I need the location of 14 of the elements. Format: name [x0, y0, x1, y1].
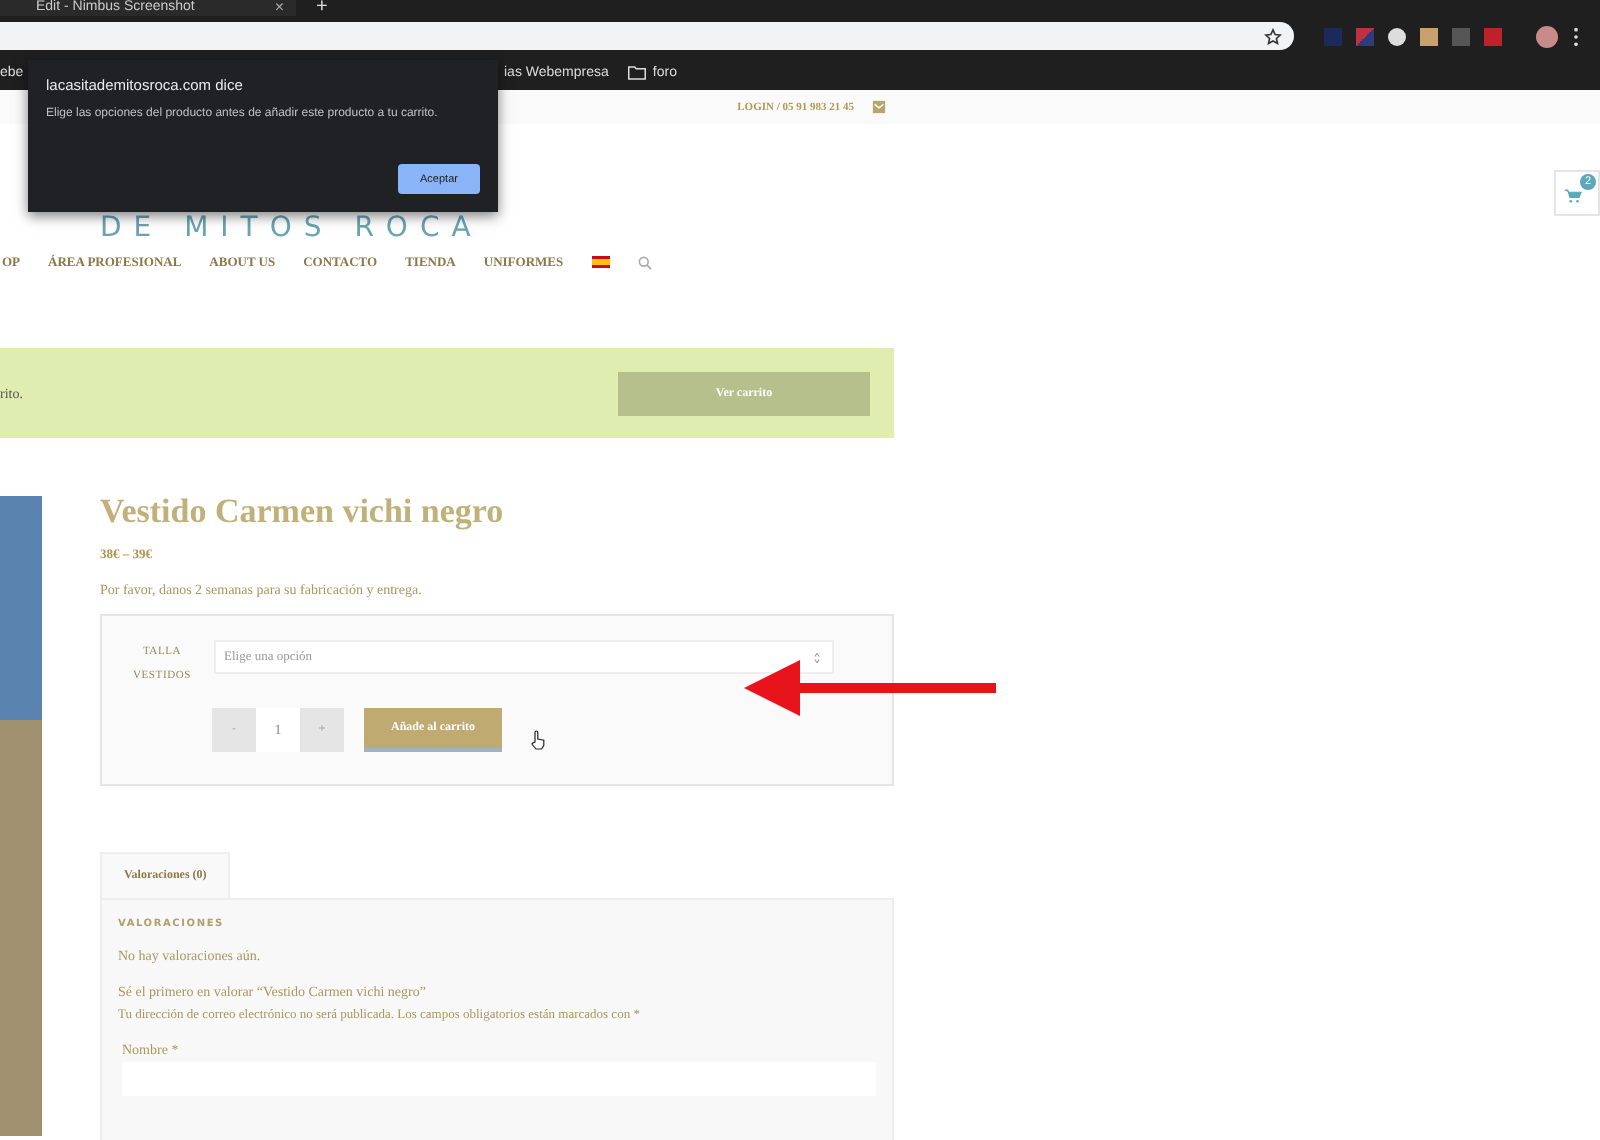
envelope-icon[interactable] — [872, 100, 886, 114]
cart-icon — [1564, 188, 1582, 204]
product-title: Vestido Carmen vichi negro — [100, 492, 506, 532]
folder-icon — [628, 66, 647, 80]
spain-flag-icon[interactable] — [591, 256, 610, 268]
profile-avatar[interactable] — [1536, 25, 1558, 47]
menu-icon[interactable] — [1572, 25, 1580, 47]
site-logo[interactable]: DE MITOS ROCA — [100, 214, 1600, 242]
star-icon[interactable] — [1264, 27, 1282, 45]
hand-cursor-icon — [530, 730, 546, 750]
search-icon[interactable] — [637, 255, 652, 269]
tab-close-button[interactable]: × — [274, 0, 285, 16]
new-tab-button[interactable]: + — [316, 0, 328, 16]
select-arrows-icon — [814, 651, 820, 663]
